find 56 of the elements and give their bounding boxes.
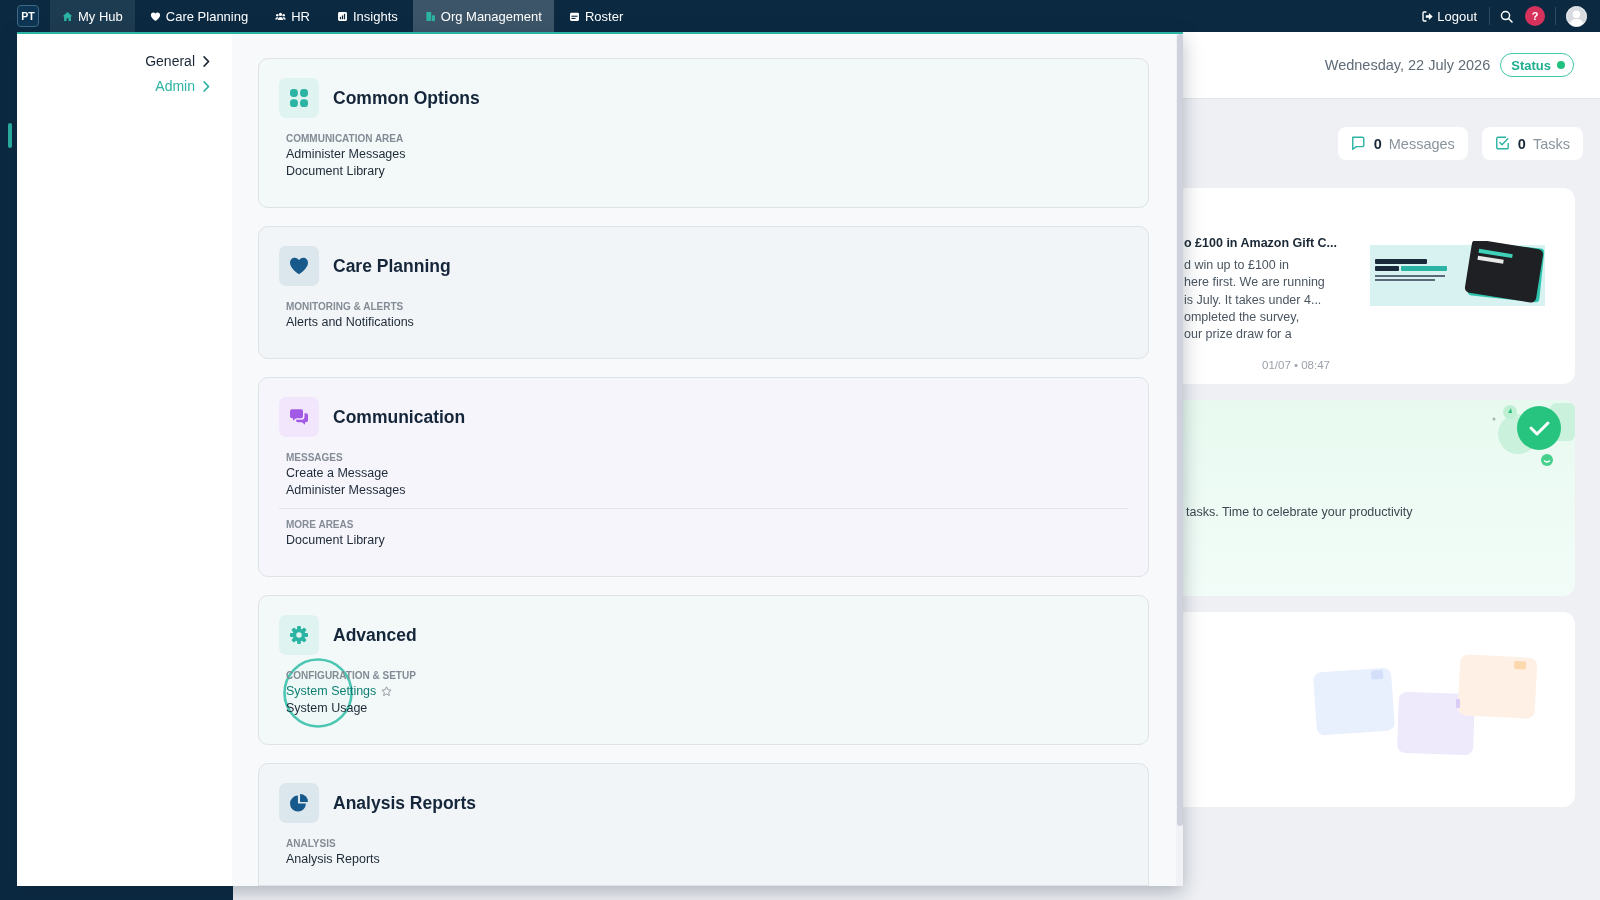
menu-link[interactable]: Administer Messages [286,482,406,499]
current-date: Wednesday, 22 July 2026 [1324,57,1491,73]
menu-link[interactable]: Document Library [286,532,385,549]
messages-button[interactable]: 0 Messages [1337,127,1468,160]
grid-icon [279,78,319,118]
section-label: MONITORING & ALERTS [286,300,405,314]
help-button[interactable]: ? [1525,6,1545,26]
pie-chart-icon [279,783,319,823]
chat-bubbles-icon [279,397,319,437]
star-icon[interactable] [381,686,393,697]
bar-chart-icon [336,10,348,22]
org-badge: PT [17,5,39,27]
chevron-right-icon [203,55,210,67]
search-icon [1500,9,1513,23]
building-icon [424,10,436,22]
card-title: Communication [333,406,466,428]
card-title: Advanced [333,624,417,646]
menu-category[interactable]: General [145,49,210,73]
nav-tab[interactable]: Insights [324,0,410,32]
menu-link[interactable]: Create a Message [286,465,389,482]
section-label: MESSAGES [286,451,344,465]
house-icon [62,10,73,22]
tasks-button[interactable]: 0 Tasks [1481,127,1583,160]
menu-link[interactable]: Administer Messages [286,146,406,163]
nav-tab[interactable]: HR [263,0,322,32]
nav-tab[interactable]: Care Planning [137,0,261,32]
calendar-icon [568,10,580,22]
logout-button[interactable]: Logout [1422,8,1477,24]
message-preview: d win up to £100 in here first. We are running is July. It takes under 4... ompleted the survey, our prize draw for a [1184,257,1325,344]
gear-icon [279,615,319,655]
menu-link[interactable]: Document Library [286,163,385,180]
menu-link[interactable]: Analysis Reports [286,851,380,868]
section-label: ANALYSIS [286,837,337,851]
avatar-icon[interactable] [1566,5,1587,27]
nav-tab[interactable]: Roster [556,0,636,32]
nav-tab[interactable]: Org Management [412,0,554,32]
status-dot-icon [1557,61,1565,69]
card-title: Care Planning [333,255,451,277]
people-icon [275,10,287,22]
heart-icon [149,10,161,22]
card-title: Common Options [333,87,480,109]
scrollbar-thumb[interactable] [1177,34,1183,826]
message-title: o £100 in Amazon Gift C... [1184,235,1338,252]
logout-icon [1422,10,1434,22]
celebration-message: tasks. Time to celebrate your productivity [1186,504,1414,521]
chat-bubble-icon [1350,136,1366,151]
message-time: 01/07 • 08:47 [1262,359,1330,372]
section-label: MORE AREAS [286,518,355,532]
section-label: COMMUNICATION AREA [286,132,405,146]
card-title: Analysis Reports [333,792,476,814]
active-indicator [8,123,12,148]
check-square-icon [1494,136,1510,151]
nav-tab[interactable]: My Hub [50,0,135,32]
search-button[interactable] [1500,9,1513,23]
chevron-right-icon [203,80,210,92]
menu-link[interactable]: Alerts and Notifications [286,314,414,331]
